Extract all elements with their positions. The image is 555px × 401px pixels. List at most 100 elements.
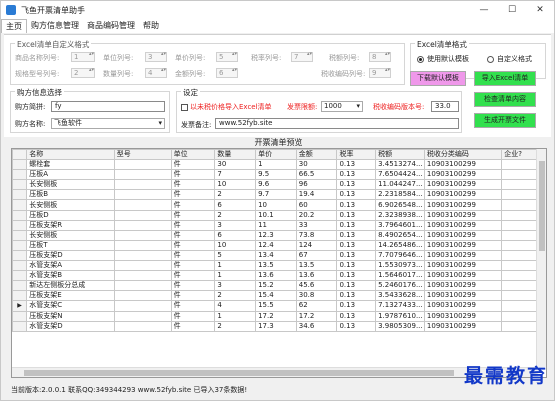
table-cell[interactable]: [113, 189, 172, 201]
table-cell[interactable]: 30: [214, 159, 257, 171]
table-row[interactable]: 压板支架E 件 2 15.4 30.8 0.13 3.5433628... 109031002…: [12, 290, 544, 302]
table-cell[interactable]: 10: [214, 179, 257, 191]
table-cell[interactable]: [113, 219, 172, 231]
table-cell[interactable]: 7.1327433...: [375, 300, 425, 312]
table-cell[interactable]: 73.8: [295, 229, 338, 241]
table-cell[interactable]: 10903100299: [423, 310, 503, 322]
table-cell[interactable]: 10: [214, 239, 257, 251]
table-cell[interactable]: 60: [295, 199, 338, 211]
table-row[interactable]: 水管支架D 件 2 17.3 34.6 0.13 3.9805309... 109031002…: [12, 320, 544, 332]
default-template-radio[interactable]: 使用默认模板: [417, 54, 469, 64]
table-cell[interactable]: 件: [170, 199, 216, 211]
table-row[interactable]: 长安侧板 件 6 10 60 0.13 6.9026548... 10903100299: [12, 199, 544, 211]
table-cell[interactable]: 水管支架B: [26, 270, 115, 282]
table-cell[interactable]: [113, 300, 172, 312]
column-header[interactable]: 名称: [26, 149, 115, 161]
table-cell[interactable]: 45.6: [295, 280, 338, 292]
table-cell[interactable]: 件: [170, 189, 216, 201]
table-cell[interactable]: 124: [295, 239, 338, 251]
table-cell[interactable]: [113, 209, 172, 221]
invoice-remark-input[interactable]: www.52fyb.site: [215, 118, 459, 129]
table-cell[interactable]: 压板B: [26, 189, 115, 201]
row-selector[interactable]: ▶: [12, 300, 28, 312]
table-cell[interactable]: 件: [170, 260, 216, 272]
table-cell[interactable]: 5: [214, 249, 257, 262]
column-header[interactable]: 数量: [214, 149, 257, 161]
table-cell[interactable]: 15.2: [255, 280, 297, 292]
table-cell[interactable]: 0.13: [336, 179, 377, 191]
table-cell[interactable]: 2: [214, 320, 257, 332]
table-cell[interactable]: 3.9805309...: [375, 320, 425, 332]
table-cell[interactable]: 10903100299: [423, 229, 503, 241]
table-cell[interactable]: 压板支架N: [26, 310, 115, 322]
table-cell[interactable]: 0.13: [336, 159, 377, 171]
table-cell[interactable]: 7: [214, 169, 257, 181]
table-cell[interactable]: 10903100299: [423, 209, 503, 221]
table-cell[interactable]: 3.5433628...: [375, 290, 425, 302]
table-row[interactable]: 长安侧板 件 6 12.3 73.8 0.13 8.4902654... 1090310029…: [12, 229, 544, 241]
table-row[interactable]: 长安侧板 件 10 9.6 96 0.13 11.044247... 10903100299: [12, 179, 544, 191]
table-cell[interactable]: 10.1: [255, 209, 297, 221]
row-selector[interactable]: [12, 320, 28, 332]
table-cell[interactable]: [113, 179, 172, 191]
import-excel-button[interactable]: 导入Excel清单: [474, 71, 536, 86]
table-cell[interactable]: 0.13: [336, 219, 377, 231]
table-cell[interactable]: [113, 159, 172, 171]
custom-format-radio[interactable]: 自定义格式: [487, 54, 532, 64]
model-column-stepper[interactable]: 2: [71, 68, 95, 78]
table-cell[interactable]: 96: [295, 179, 338, 191]
table-cell[interactable]: 件: [170, 239, 216, 251]
table-cell[interactable]: 0.13: [336, 189, 377, 201]
column-header[interactable]: 税率: [336, 149, 377, 161]
column-header[interactable]: 金额: [295, 149, 338, 161]
row-selector[interactable]: [12, 280, 28, 292]
row-selector[interactable]: [12, 290, 28, 302]
table-cell[interactable]: 12.3: [255, 229, 297, 241]
table-cell[interactable]: [113, 260, 172, 272]
table-cell[interactable]: 长安侧板: [26, 199, 115, 211]
table-cell[interactable]: 62: [295, 300, 338, 312]
table-cell[interactable]: [113, 229, 172, 241]
table-cell[interactable]: [113, 249, 172, 262]
scroll-thumb[interactable]: [539, 161, 545, 251]
table-cell[interactable]: 15.5: [255, 300, 297, 312]
table-cell[interactable]: 3: [214, 219, 257, 231]
table-cell[interactable]: 件: [170, 280, 216, 292]
table-cell[interactable]: 件: [170, 249, 216, 262]
table-row[interactable]: 新达左侧板分总成 件 3 15.2 45.6 0.13 5.2460176... 109031…: [12, 280, 544, 292]
table-row[interactable]: 压板D 件 2 10.1 20.2 0.13 2.3238938... 10903100299: [12, 209, 544, 221]
table-cell[interactable]: 压板支架D: [26, 249, 115, 262]
table-cell[interactable]: 9.5: [255, 169, 297, 181]
invoice-preview-grid[interactable]: 名称 型号 单位 数量 单价 金额 税率 税额 税收分类编码 企业? 螺栓套件 30 1 30 0.13 3…: [11, 148, 547, 378]
table-cell[interactable]: 2: [214, 290, 257, 302]
table-cell[interactable]: 2: [214, 189, 257, 201]
amount-column-stepper[interactable]: 6: [216, 68, 238, 78]
table-cell[interactable]: 件: [170, 219, 216, 231]
table-cell[interactable]: 0.13: [336, 290, 377, 302]
table-cell[interactable]: 10903100299: [423, 189, 503, 201]
table-cell[interactable]: 水管支架D: [26, 320, 115, 332]
table-cell[interactable]: 6: [214, 199, 257, 211]
table-cell[interactable]: 1: [214, 310, 257, 322]
table-cell[interactable]: 10903100299: [423, 260, 503, 272]
close-button[interactable]: ✕: [526, 1, 554, 19]
table-cell[interactable]: 0.13: [336, 300, 377, 312]
table-cell[interactable]: 压板支架R: [26, 219, 115, 231]
table-cell[interactable]: 6: [214, 229, 257, 241]
table-cell[interactable]: 水管支架C: [26, 300, 115, 312]
table-cell[interactable]: 1.5646017...: [375, 270, 425, 282]
table-cell[interactable]: 1.5530973...: [375, 260, 425, 272]
untaxed-import-checkbox[interactable]: 以未税价格导入Excel清单: [181, 102, 272, 112]
table-cell[interactable]: 长安侧板: [26, 179, 115, 191]
table-cell[interactable]: 件: [170, 300, 216, 312]
table-cell[interactable]: 压板A: [26, 169, 115, 181]
table-cell[interactable]: [113, 320, 172, 332]
table-row[interactable]: 压板支架N 件 1 17.2 17.2 0.13 1.9787610... 109031002…: [12, 310, 544, 322]
table-cell[interactable]: [113, 239, 172, 251]
minimize-button[interactable]: —: [470, 1, 498, 19]
horizontal-scrollbar[interactable]: [12, 367, 538, 377]
table-cell[interactable]: 9.7: [255, 189, 297, 201]
table-cell[interactable]: 0.13: [336, 199, 377, 211]
table-cell[interactable]: 螺栓套: [26, 159, 115, 171]
tax-rate-column-stepper[interactable]: 7: [291, 52, 313, 62]
